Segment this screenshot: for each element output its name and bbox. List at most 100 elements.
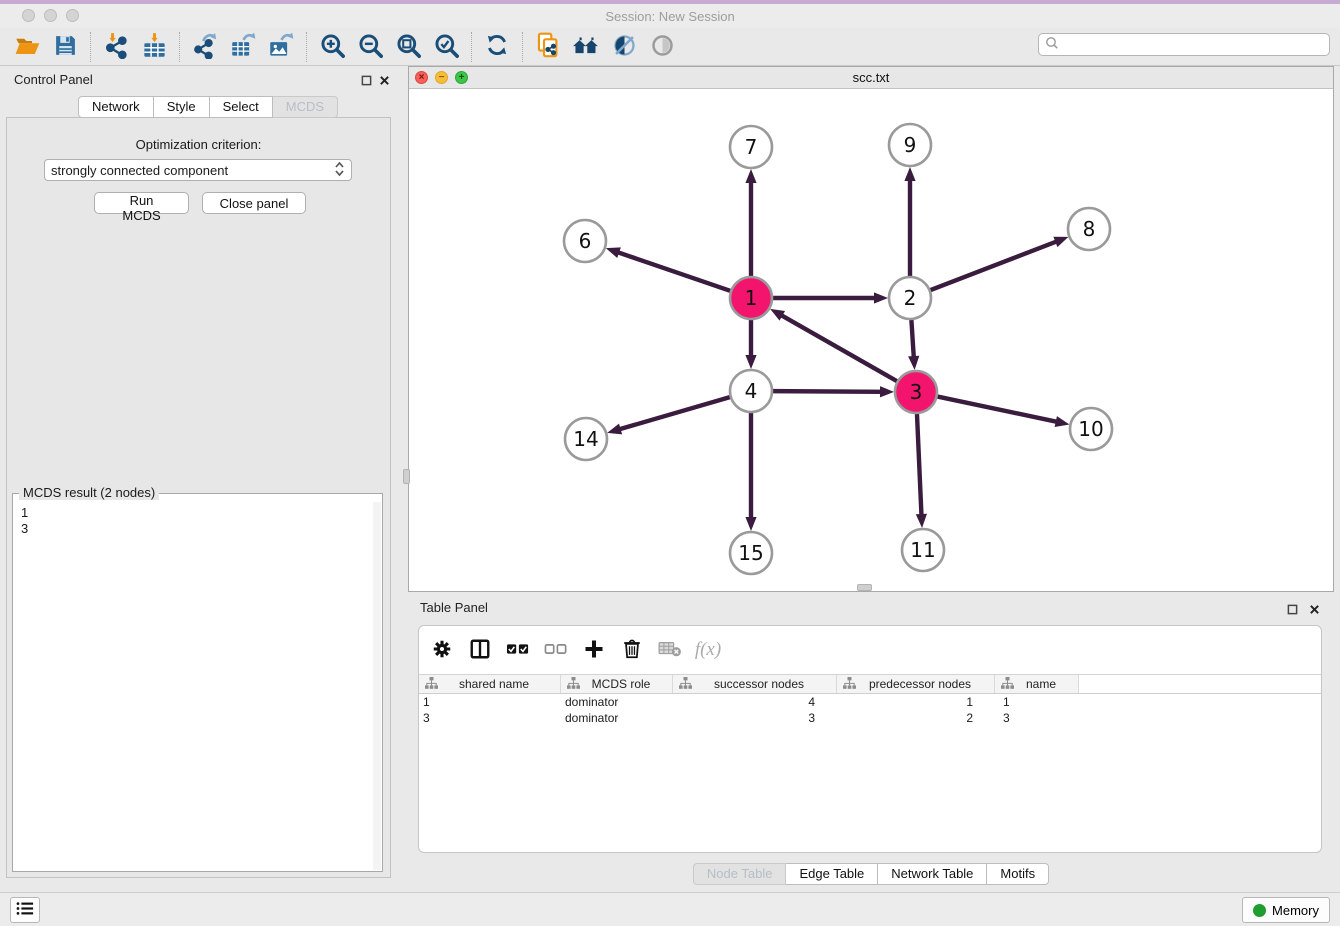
tab-network-table[interactable]: Network Table xyxy=(878,863,987,885)
table-cell[interactable]: 3 xyxy=(673,711,837,725)
table-header-row: shared nameMCDS rolesuccessor nodesprede… xyxy=(419,674,1322,694)
graph-node-15[interactable]: 15 xyxy=(730,532,772,574)
graph-node-6[interactable]: 6 xyxy=(564,220,606,262)
graph-node-3[interactable]: 3 xyxy=(895,371,937,413)
graph-edge-2-8[interactable] xyxy=(931,237,1069,290)
graph-node-7[interactable]: 7 xyxy=(730,126,772,168)
birds-eye-view-button[interactable] xyxy=(643,30,681,64)
network-window-titlebar[interactable]: × − + scc.txt xyxy=(409,67,1333,89)
table-cell[interactable]: 1 xyxy=(419,695,561,709)
table-cell[interactable]: 1 xyxy=(995,695,1079,709)
run-mcds-button[interactable]: Run MCDS xyxy=(94,192,189,214)
table-cell[interactable]: dominator xyxy=(561,711,673,725)
graph-node-8[interactable]: 8 xyxy=(1068,208,1110,250)
table-cell[interactable]: 1 xyxy=(837,695,995,709)
graph-node-9[interactable]: 9 xyxy=(889,124,931,166)
zoom-selected-button[interactable] xyxy=(427,30,465,64)
memory-button[interactable]: Memory xyxy=(1242,897,1330,923)
home-reset-layout-button[interactable] xyxy=(567,30,605,64)
export-network-button[interactable] xyxy=(186,30,224,64)
graph-edge-2-9[interactable] xyxy=(904,167,915,276)
export-table-button[interactable] xyxy=(224,30,262,64)
graphics-details-toggle-button[interactable] xyxy=(605,30,643,64)
column-header-predecessor-nodes[interactable]: predecessor nodes xyxy=(837,675,995,693)
graph-edge-1-4[interactable] xyxy=(745,320,756,369)
deselect-all-button[interactable] xyxy=(539,633,573,667)
result-scrollbar[interactable] xyxy=(373,502,381,870)
table-panel-float-button[interactable] xyxy=(1284,601,1300,617)
unchecked-boxes-icon xyxy=(544,638,568,663)
graph-edge-4-3[interactable] xyxy=(773,386,894,397)
graph-node-4[interactable]: 4 xyxy=(730,370,772,412)
table-settings-button[interactable] xyxy=(425,633,459,667)
delete-column-button[interactable] xyxy=(615,633,649,667)
status-bar: Memory xyxy=(0,892,1340,926)
graph-edge-1-7[interactable] xyxy=(745,169,756,276)
table-row[interactable]: 3dominator323 xyxy=(419,710,1322,726)
function-builder-button[interactable]: f(x) xyxy=(691,633,725,667)
graph-edge-3-10[interactable] xyxy=(938,397,1070,427)
control-panel-close-button[interactable] xyxy=(376,72,392,88)
svg-text:15: 15 xyxy=(738,541,763,565)
refresh-view-button[interactable] xyxy=(478,30,516,64)
network-vertical-scrollbar-thumb[interactable] xyxy=(403,469,410,484)
network-graph[interactable]: 7 9 6 8 1 2 4 3 14 10 15 11 xyxy=(409,89,1333,591)
column-header-shared-name[interactable]: shared name xyxy=(419,675,561,693)
table-row[interactable]: 1dominator411 xyxy=(419,694,1322,710)
graph-edge-3-1[interactable] xyxy=(770,309,897,381)
tab-select[interactable]: Select xyxy=(210,96,273,118)
table-cell[interactable]: 3 xyxy=(419,711,561,725)
tab-network[interactable]: Network xyxy=(78,96,154,118)
task-history-button[interactable] xyxy=(10,897,40,923)
open-file-button[interactable] xyxy=(8,30,46,64)
network-horizontal-scrollbar-thumb[interactable] xyxy=(857,584,872,591)
graph-edge-2-3[interactable] xyxy=(908,320,919,370)
graph-node-11[interactable]: 11 xyxy=(902,529,944,571)
mcds-result-list[interactable]: 1 3 xyxy=(14,502,373,870)
zoom-fit-button[interactable] xyxy=(389,30,427,64)
graph-edge-3-11[interactable] xyxy=(916,414,927,528)
column-header-name[interactable]: name xyxy=(995,675,1079,693)
graph-node-14[interactable]: 14 xyxy=(565,418,607,460)
table-cell[interactable]: 2 xyxy=(837,711,995,725)
table-cell[interactable]: 4 xyxy=(673,695,837,709)
table-cell[interactable]: 3 xyxy=(995,711,1079,725)
tab-motifs[interactable]: Motifs xyxy=(987,863,1049,885)
svg-text:6: 6 xyxy=(579,229,592,253)
zoom-out-button[interactable] xyxy=(351,30,389,64)
clone-network-button[interactable] xyxy=(529,30,567,64)
column-header-MCDS-role[interactable]: MCDS role xyxy=(561,675,673,693)
optimization-criterion-select[interactable]: strongly connected component xyxy=(44,159,352,181)
close-panel-button[interactable]: Close panel xyxy=(202,192,306,214)
import-table-button[interactable] xyxy=(135,30,173,64)
graph-node-10[interactable]: 10 xyxy=(1070,408,1112,450)
destroy-table-button[interactable] xyxy=(653,633,687,667)
network-canvas[interactable]: 7 9 6 8 1 2 4 3 14 10 15 11 xyxy=(409,89,1333,591)
tab-style[interactable]: Style xyxy=(154,96,210,118)
graph-edge-1-6[interactable] xyxy=(606,247,730,290)
table-cell[interactable]: dominator xyxy=(561,695,673,709)
table-panel-close-button[interactable] xyxy=(1306,601,1322,617)
graph-edge-1-2[interactable] xyxy=(773,292,888,303)
home-icon xyxy=(572,31,600,62)
graph-node-1[interactable]: 1 xyxy=(730,277,772,319)
tab-node-table[interactable]: Node Table xyxy=(693,863,787,885)
network-window-title: scc.txt xyxy=(409,70,1333,85)
tab-edge-table[interactable]: Edge Table xyxy=(786,863,878,885)
mcds-result-title: MCDS result (2 nodes) xyxy=(19,485,159,500)
select-all-button[interactable] xyxy=(501,633,535,667)
add-column-button[interactable] xyxy=(577,633,611,667)
tab-mcds[interactable]: MCDS xyxy=(273,96,338,118)
zoom-in-button[interactable] xyxy=(313,30,351,64)
column-header-successor-nodes[interactable]: successor nodes xyxy=(673,675,837,693)
save-session-button[interactable] xyxy=(46,30,84,64)
search-input[interactable] xyxy=(1060,35,1329,54)
graph-edge-4-15[interactable] xyxy=(745,413,756,531)
import-network-button[interactable] xyxy=(97,30,135,64)
split-panel-button[interactable] xyxy=(463,633,497,667)
export-image-button[interactable] xyxy=(262,30,300,64)
graph-edge-4-14[interactable] xyxy=(607,397,730,434)
control-panel-float-button[interactable] xyxy=(358,72,374,88)
gear-icon xyxy=(431,638,453,663)
graph-node-2[interactable]: 2 xyxy=(889,277,931,319)
